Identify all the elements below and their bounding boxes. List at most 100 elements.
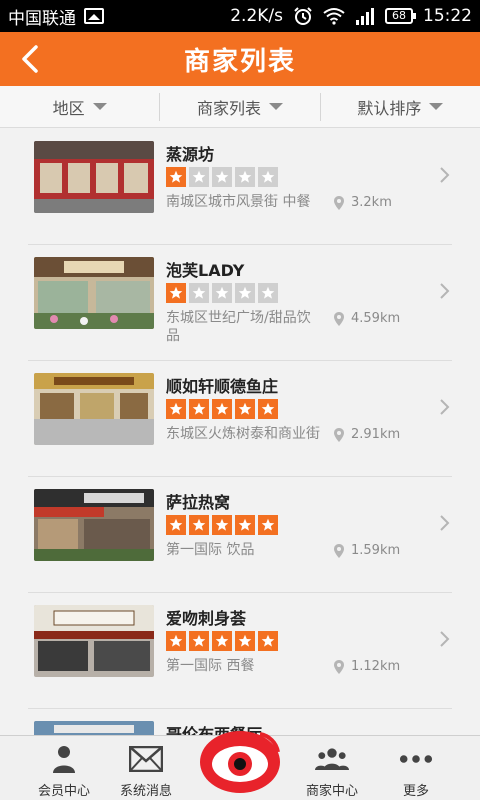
back-arrow-icon <box>22 45 38 73</box>
star-empty-icon <box>235 167 255 187</box>
distance-value: 2.91km <box>351 427 401 442</box>
tab-label: 商家中心 <box>305 784 358 799</box>
merchant-name: 爱吻刺身荟 <box>166 609 247 628</box>
more-dots-icon <box>399 742 433 776</box>
location-pin-icon <box>334 427 344 442</box>
alarm-clock-icon <box>294 7 312 25</box>
rating-stars <box>166 283 278 303</box>
chevron-right-icon <box>440 631 450 647</box>
star-filled-icon <box>166 283 186 303</box>
rating-stars <box>166 515 278 535</box>
tab-merchant-center[interactable]: 商家中心 <box>292 736 372 800</box>
network-speed: 2.2K/s <box>230 6 283 26</box>
tab-member-center[interactable]: 会员中心 <box>24 736 104 800</box>
filter-region-label: 地区 <box>52 98 85 118</box>
tab-label: 更多 <box>402 784 429 799</box>
merchant-address: 第一国际 饮品 <box>166 542 255 558</box>
filter-merchant-type[interactable]: 商家列表 <box>159 92 319 121</box>
star-filled-icon <box>258 399 278 419</box>
merchant-distance: 1.12km <box>334 659 400 674</box>
star-filled-icon <box>258 631 278 651</box>
merchant-list: 蒸源坊 南城区城市风景街 中餐 3.2km 泡芙LADY 东城区世纪广场/甜品饮… <box>0 129 480 735</box>
chevron-right-icon <box>440 167 450 183</box>
filter-sort[interactable]: 默认排序 <box>319 92 480 121</box>
merchant-list-item[interactable]: 爱吻刺身荟 第一国际 西餐 1.12km <box>28 593 452 709</box>
dropdown-arrow-icon <box>269 103 283 110</box>
merchant-list-item[interactable]: 萨拉热窝 第一国际 饮品 1.59km <box>28 477 452 593</box>
dropdown-arrow-icon <box>429 103 444 110</box>
merchant-photo <box>34 489 154 561</box>
chevron-right-icon <box>440 515 450 531</box>
distance-value: 1.59km <box>351 543 401 558</box>
filter-region[interactable]: 地区 <box>0 86 159 127</box>
merchant-address: 东城区世纪广场/甜品饮品 <box>166 310 311 344</box>
merchant-distance: 2.91km <box>334 427 400 442</box>
merchant-distance: 3.2km <box>334 195 392 210</box>
star-filled-icon <box>235 515 255 535</box>
star-filled-icon <box>166 631 186 651</box>
star-filled-icon <box>166 167 186 187</box>
storefront-image <box>34 721 154 735</box>
image-notification-icon <box>84 8 104 24</box>
member-icon <box>47 742 81 776</box>
dropdown-arrow-icon <box>92 103 107 110</box>
distance-value: 4.59km <box>351 311 401 326</box>
star-empty-icon <box>258 167 278 187</box>
merchant-distance: 1.59km <box>334 543 400 558</box>
star-filled-icon <box>212 515 232 535</box>
star-filled-icon <box>166 399 186 419</box>
status-bar: 中国联通 2.2K/s 68 15:22 <box>0 0 480 32</box>
weibo-eye-logo-icon <box>200 731 280 793</box>
star-filled-icon <box>189 399 209 419</box>
tab-more[interactable]: 更多 <box>376 736 456 800</box>
star-empty-icon <box>212 283 232 303</box>
merchant-list-item[interactable]: 顺如轩顺德鱼庄 东城区火炼树泰和商业街 2.91km <box>28 361 452 477</box>
location-pin-icon <box>334 311 344 326</box>
star-filled-icon <box>212 399 232 419</box>
distance-value: 1.12km <box>351 659 401 674</box>
tab-label: 系统消息 <box>119 784 172 799</box>
tab-label: 会员中心 <box>37 784 90 799</box>
location-pin-icon <box>334 543 344 558</box>
star-filled-icon <box>235 399 255 419</box>
star-filled-icon <box>189 631 209 651</box>
merchant-photo <box>34 373 154 445</box>
signal-icon <box>356 8 374 25</box>
storefront-image <box>34 605 154 677</box>
wifi-icon <box>323 8 345 25</box>
merchant-photo <box>34 141 154 213</box>
star-empty-icon <box>189 283 209 303</box>
storefront-image <box>34 489 154 561</box>
merchant-photo <box>34 605 154 677</box>
filter-merchant-type-label: 商家列表 <box>196 98 261 118</box>
merchant-name: 顺如轩顺德鱼庄 <box>166 377 279 396</box>
back-button[interactable] <box>12 41 48 77</box>
tab-system-messages[interactable]: 系统消息 <box>106 736 186 800</box>
status-left: 中国联通 <box>8 4 104 29</box>
center-logo-button[interactable] <box>190 726 290 800</box>
filter-sort-label: 默认排序 <box>357 98 422 118</box>
storefront-image <box>34 257 154 329</box>
merchant-address: 南城区城市风景街 中餐 <box>166 194 311 210</box>
storefront-image <box>34 141 154 213</box>
bottom-tab-bar: 会员中心 系统消息 商家中心 更多 <box>0 731 480 800</box>
merchant-name: 泡芙LADY <box>166 261 245 280</box>
merchant-list-item[interactable]: 蒸源坊 南城区城市风景街 中餐 3.2km <box>28 129 452 245</box>
mail-envelope-icon <box>129 742 163 776</box>
merchant-list-item[interactable]: 泡芙LADY 东城区世纪广场/甜品饮品 4.59km <box>28 245 452 361</box>
distance-value: 3.2km <box>351 195 392 210</box>
rating-stars <box>166 167 278 187</box>
rating-stars <box>166 399 278 419</box>
star-empty-icon <box>212 167 232 187</box>
status-right: 2.2K/s 68 15:22 <box>230 6 472 26</box>
chevron-right-icon <box>440 399 450 415</box>
location-pin-icon <box>334 659 344 674</box>
star-filled-icon <box>258 515 278 535</box>
filter-bar: 地区 商家列表 默认排序 <box>0 86 480 128</box>
star-filled-icon <box>212 631 232 651</box>
carrier-label: 中国联通 <box>8 8 76 29</box>
star-filled-icon <box>166 515 186 535</box>
star-empty-icon <box>189 167 209 187</box>
merchant-photo <box>34 257 154 329</box>
star-empty-icon <box>258 283 278 303</box>
